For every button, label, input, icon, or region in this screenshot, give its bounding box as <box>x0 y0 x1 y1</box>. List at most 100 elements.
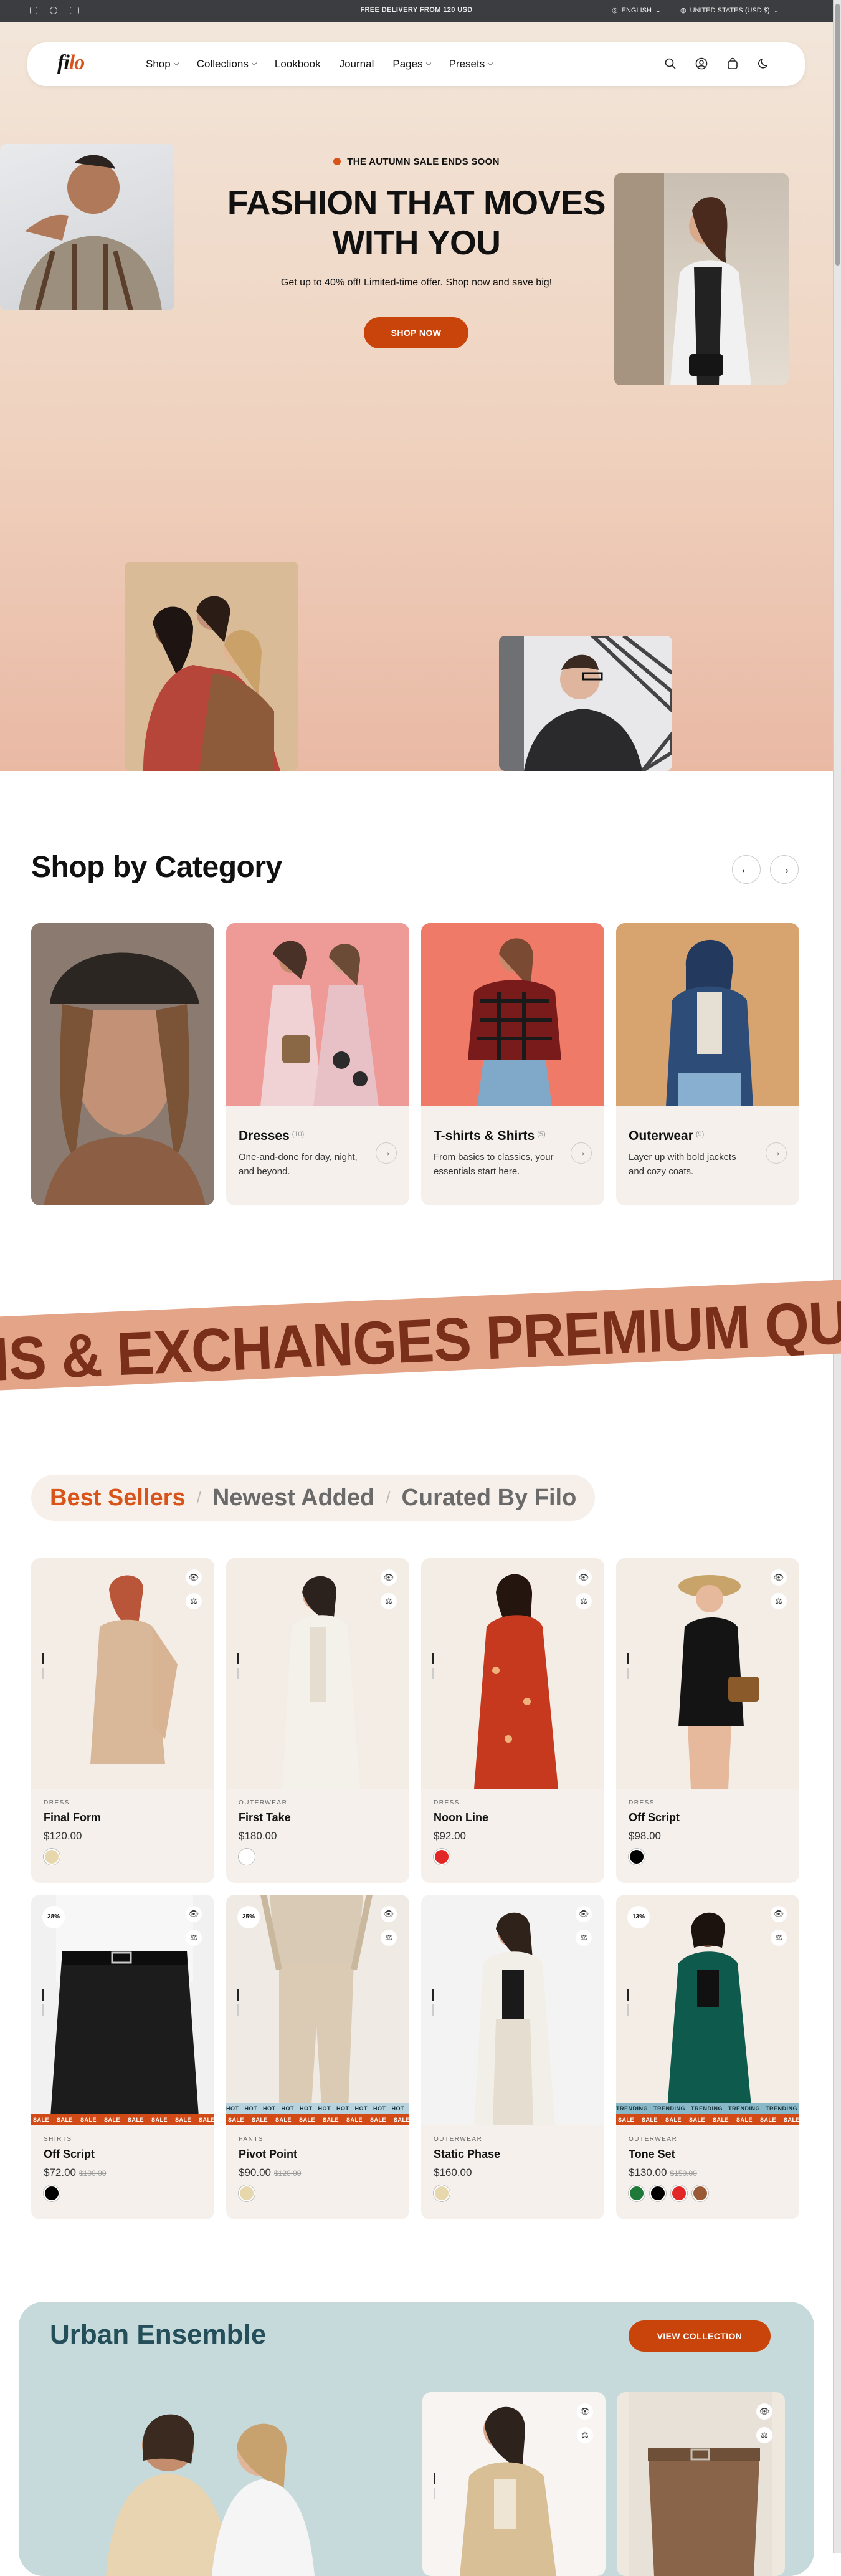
color-swatch[interactable] <box>44 1849 60 1865</box>
tab-best-sellers[interactable]: Best Sellers <box>50 1485 186 1511</box>
product-card[interactable]: 👁 ⚖ DRESS Final Form $120.00 <box>31 1558 214 1883</box>
view-collection-button[interactable]: VIEW COLLECTION <box>629 2320 771 2352</box>
image-pager[interactable] <box>434 2473 435 2511</box>
currency-selector[interactable]: ◍ UNITED STATES (USD $) ⌄ <box>680 6 779 15</box>
arrow-right-icon[interactable]: → <box>766 1142 787 1164</box>
urban-product-card-1[interactable]: 👁 ⚖ <box>422 2392 606 2576</box>
product-name[interactable]: Final Form <box>44 1811 101 1824</box>
color-swatch[interactable] <box>671 2185 687 2201</box>
category-card-tshirts[interactable]: T-shirts & Shirts (5) From basics to clas… <box>421 923 604 1205</box>
product-image <box>629 2392 772 2576</box>
product-name[interactable]: First Take <box>239 1811 291 1824</box>
compare-icon[interactable]: ⚖ <box>576 1930 592 1946</box>
arrow-right-icon[interactable]: → <box>571 1142 592 1164</box>
scrollbar-thumb[interactable] <box>835 4 840 266</box>
product-name[interactable]: Off Script <box>629 1811 680 1824</box>
product-type: DRESS <box>434 1799 460 1806</box>
carousel-next-button[interactable]: → <box>770 855 799 884</box>
color-swatch[interactable] <box>239 2185 255 2201</box>
compare-icon[interactable]: ⚖ <box>771 1593 787 1609</box>
product-name[interactable]: Tone Set <box>629 2148 675 2161</box>
product-name[interactable]: Noon Line <box>434 1811 488 1824</box>
quick-view-icon[interactable]: 👁 <box>577 2403 593 2420</box>
image-pager[interactable] <box>237 1653 239 1690</box>
compare-icon[interactable]: ⚖ <box>186 1593 202 1609</box>
nav-collections[interactable]: Collections <box>197 58 257 70</box>
compare-icon[interactable]: ⚖ <box>381 1593 397 1609</box>
cart-icon[interactable] <box>726 57 739 70</box>
color-swatch[interactable] <box>629 2185 645 2201</box>
scrollbar[interactable] <box>833 0 841 2553</box>
product-name[interactable]: Static Phase <box>434 2148 500 2161</box>
carousel-prev-button[interactable]: ← <box>732 855 761 884</box>
product-card[interactable]: HOT HOT HOT HOT HOT HOT HOT HOT HOT HOT … <box>226 1895 409 2219</box>
color-swatch[interactable] <box>239 1849 255 1865</box>
color-swatch[interactable] <box>434 1849 450 1865</box>
color-swatch[interactable] <box>650 2185 666 2201</box>
product-card[interactable]: 👁 ⚖ DRESS Noon Line $92.00 <box>421 1558 604 1883</box>
dark-mode-icon[interactable] <box>758 57 770 70</box>
logo[interactable]: filo <box>57 51 85 75</box>
color-swatch[interactable] <box>44 2185 60 2201</box>
section-title-categories: Shop by Category <box>31 851 282 884</box>
account-icon[interactable] <box>695 57 708 70</box>
product-image <box>616 1558 799 1789</box>
discount-badge: 28% <box>42 1906 65 1928</box>
quick-view-icon[interactable]: 👁 <box>771 1569 787 1586</box>
quick-view-icon[interactable]: 👁 <box>381 1569 397 1586</box>
image-pager[interactable] <box>432 1653 434 1690</box>
color-swatch[interactable] <box>434 2185 450 2201</box>
product-card[interactable]: 👁 ⚖ DRESS Off Script $98.00 <box>616 1558 799 1883</box>
product-image <box>226 1558 409 1789</box>
image-pager[interactable] <box>42 1989 44 2027</box>
shop-now-button[interactable]: SHOP NOW <box>364 317 468 348</box>
product-card[interactable]: 👁 ⚖ OUTERWEAR First Take $180.00 <box>226 1558 409 1883</box>
compare-icon[interactable]: ⚖ <box>186 1930 202 1946</box>
compare-icon[interactable]: ⚖ <box>577 2427 593 2443</box>
category-card-featured[interactable] <box>31 923 214 1205</box>
quick-view-icon[interactable]: 👁 <box>186 1906 202 1922</box>
quick-view-icon[interactable]: 👁 <box>576 1569 592 1586</box>
category-image-dresses <box>226 923 409 1106</box>
arrow-right-icon: → <box>777 861 791 876</box>
nav-lookbook[interactable]: Lookbook <box>275 58 321 70</box>
category-card-dresses[interactable]: Dresses (10) One-and-done for day, night,… <box>226 923 409 1205</box>
product-image <box>460 2406 556 2576</box>
search-icon[interactable] <box>664 57 677 70</box>
product-name[interactable]: Off Script <box>44 2148 95 2161</box>
nav-pages[interactable]: Pages <box>392 58 431 70</box>
nav-shop[interactable]: Shop <box>146 58 179 70</box>
quick-view-icon[interactable]: 👁 <box>186 1569 202 1586</box>
color-swatches <box>434 2185 450 2201</box>
product-card[interactable]: SALE SALE SALE SALE SALE SALE SALE SALE … <box>31 1895 214 2219</box>
tab-curated[interactable]: Curated By Filo <box>401 1485 576 1511</box>
category-image-hat <box>31 923 214 1205</box>
quick-view-icon[interactable]: 👁 <box>771 1906 787 1922</box>
product-card[interactable]: 👁 ⚖ OUTERWEAR Static Phase $160.00 <box>421 1895 604 2219</box>
category-card-outerwear[interactable]: Outerwear (9) Layer up with bold jackets … <box>616 923 799 1205</box>
tab-newest-added[interactable]: Newest Added <box>212 1485 374 1511</box>
product-name[interactable]: Pivot Point <box>239 2148 297 2161</box>
quick-view-icon[interactable]: 👁 <box>756 2403 772 2420</box>
image-pager[interactable] <box>42 1653 44 1690</box>
compare-icon[interactable]: ⚖ <box>381 1930 397 1946</box>
discount-badge: 13% <box>627 1906 650 1928</box>
quick-view-icon[interactable]: 👁 <box>576 1906 592 1922</box>
image-pager[interactable] <box>237 1989 239 2027</box>
nav-presets[interactable]: Presets <box>449 58 493 70</box>
compare-icon[interactable]: ⚖ <box>756 2427 772 2443</box>
nav-journal[interactable]: Journal <box>340 58 374 70</box>
product-card[interactable]: TRENDING TRENDING TRENDING TRENDING TREN… <box>616 1895 799 2219</box>
color-swatch[interactable] <box>629 1849 645 1865</box>
image-pager[interactable] <box>432 1989 434 2027</box>
arrow-right-icon[interactable]: → <box>376 1142 397 1164</box>
color-swatch[interactable] <box>692 2185 708 2201</box>
urban-product-card-2[interactable]: 👁 ⚖ <box>617 2392 785 2576</box>
image-pager[interactable] <box>627 1653 629 1690</box>
compare-icon[interactable]: ⚖ <box>771 1930 787 1946</box>
compare-icon[interactable]: ⚖ <box>576 1593 592 1609</box>
image-pager[interactable] <box>627 1989 629 2027</box>
language-selector[interactable]: ◎ ENGLISH ⌄ <box>612 6 661 15</box>
quick-view-icon[interactable]: 👁 <box>381 1906 397 1922</box>
color-swatches <box>44 1849 60 1865</box>
